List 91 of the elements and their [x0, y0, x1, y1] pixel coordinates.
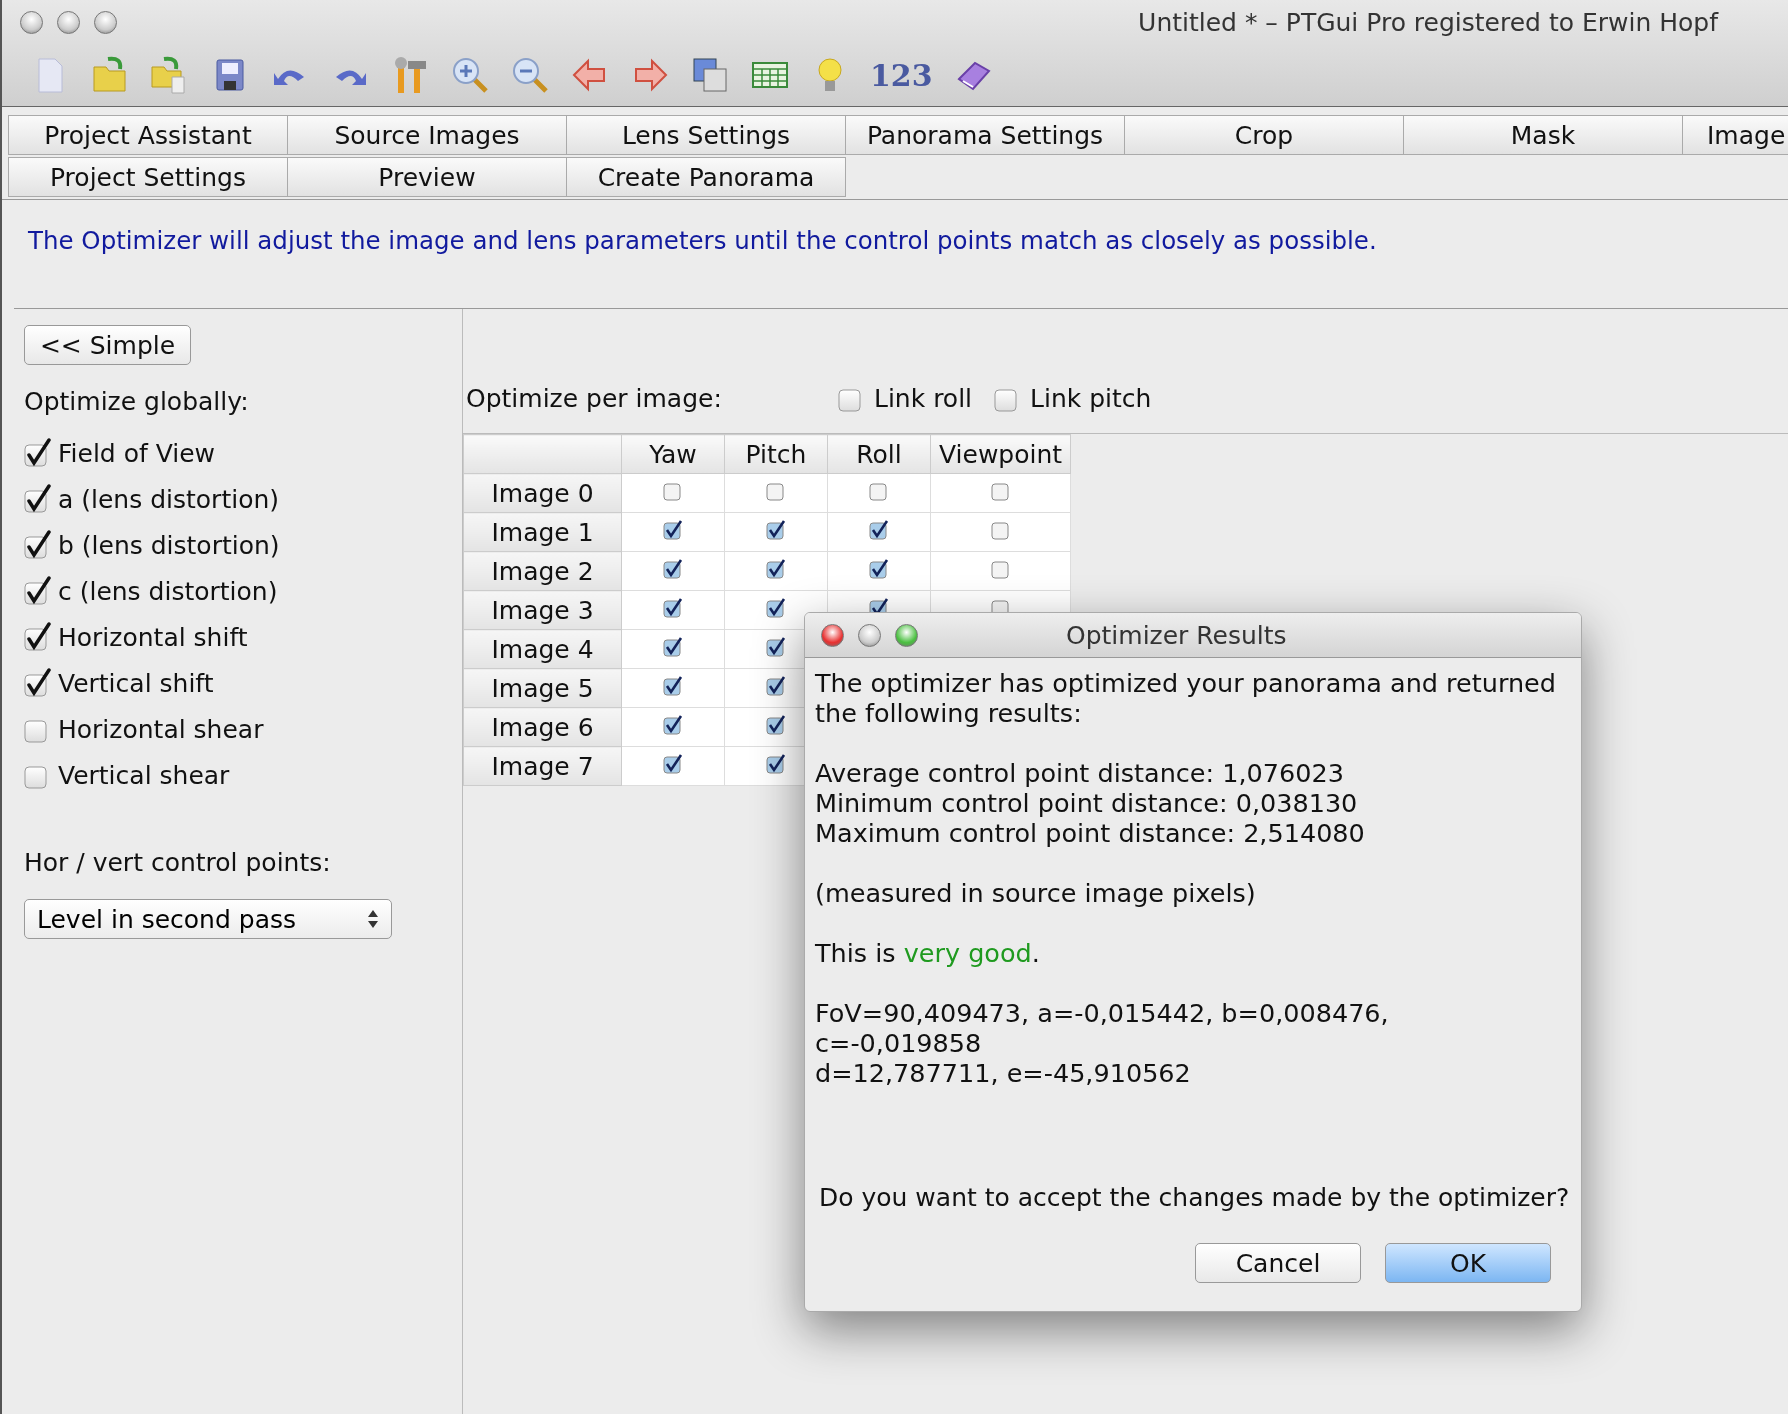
zoom-button[interactable]	[94, 10, 117, 34]
checkbox[interactable]	[663, 520, 683, 540]
question-text: Do you want to accept the changes made by the optimizer?	[818, 1183, 1571, 1213]
statistic-text: Minimum control point distance: 0,038130	[815, 788, 1359, 818]
checkbox[interactable]	[24, 668, 52, 698]
tab[interactable]: Project Settings	[8, 157, 288, 197]
checkbox[interactable]	[766, 676, 786, 696]
checkbox[interactable]	[663, 715, 683, 735]
overlapping-squares-icon[interactable]	[690, 55, 730, 95]
updown-arrows-icon	[367, 908, 379, 930]
checkbox-label: c (lens distortion)	[58, 576, 278, 606]
numbers-label[interactable]: 123	[870, 57, 933, 93]
checkbox[interactable]	[766, 715, 786, 735]
column-header: Yaw	[621, 434, 725, 474]
checkbox[interactable]	[24, 438, 52, 468]
close-button[interactable]	[821, 623, 844, 647]
row-header: Image 1	[463, 512, 622, 552]
note-text: (measured in source image pixels)	[815, 878, 1257, 908]
parameter-text: d=12,787711, e=-45,910562	[815, 1058, 1192, 1088]
tab[interactable]: Project Assistant	[8, 115, 288, 155]
info-text: The Optimizer will adjust the image and lens parameters until the control points match as closely as possible.	[27, 225, 1378, 257]
section-label: Hor / vert control points:	[24, 848, 332, 877]
zoom-out-icon[interactable]	[510, 55, 550, 95]
dialog-title: Optimizer Results	[1066, 620, 1287, 650]
checkbox-label: Link pitch	[1030, 383, 1152, 413]
checkbox[interactable]	[663, 754, 683, 774]
row-header: Image 0	[463, 473, 622, 513]
parameter-text: c=-0,019858	[815, 1028, 983, 1058]
parameter-text: FoV=90,409473, a=-0,015442, b=0,008476,	[815, 998, 1390, 1028]
row-header: Image 5	[463, 668, 622, 708]
simple-button[interactable]: << Simple	[24, 325, 191, 365]
row-header: Image 6	[463, 707, 622, 747]
tab[interactable]: Image	[1682, 115, 1788, 155]
checkbox[interactable]	[663, 637, 683, 657]
column-header: Roll	[827, 434, 931, 474]
checkbox[interactable]	[869, 520, 889, 540]
checkbox-label: Vertical shear	[58, 760, 230, 790]
column-header: Viewpoint	[930, 434, 1071, 474]
dialog-button[interactable]: OK	[1385, 1243, 1551, 1283]
row-header: Image 7	[463, 746, 622, 786]
checkbox[interactable]	[24, 484, 52, 514]
checkbox[interactable]	[663, 676, 683, 696]
checkbox[interactable]	[766, 598, 786, 618]
statistic-text: Maximum control point distance: 2,514080	[815, 818, 1366, 848]
checkbox[interactable]	[869, 559, 889, 579]
checkbox[interactable]	[990, 559, 1011, 579]
tab[interactable]: Panorama Settings	[845, 115, 1125, 155]
checkbox-label: Field of View	[58, 438, 216, 468]
statistic-text: Average control point distance: 1,076023	[815, 758, 1345, 788]
tab[interactable]: Mask	[1403, 115, 1683, 155]
section-label: Optimize globally:	[24, 387, 250, 416]
checkbox[interactable]	[869, 481, 889, 501]
checkbox[interactable]	[663, 481, 683, 501]
checkbox-label: a (lens distortion)	[58, 484, 280, 514]
tab[interactable]: Crop	[1124, 115, 1404, 155]
checkbox[interactable]	[766, 559, 786, 579]
checkbox-label: b (lens distortion)	[58, 530, 280, 560]
row-header: Image 3	[463, 590, 622, 630]
checkbox[interactable]	[24, 530, 52, 560]
checkbox[interactable]	[24, 622, 52, 652]
tab[interactable]: Source Images	[287, 115, 567, 155]
tab[interactable]: Lens Settings	[566, 115, 846, 155]
zoom-in-icon[interactable]	[450, 55, 490, 95]
minimize-button[interactable]	[858, 623, 881, 647]
dropdown[interactable]: Level in second pass	[24, 899, 392, 939]
checkbox-label: Vertical shift	[58, 668, 214, 698]
checkbox[interactable]	[766, 520, 786, 540]
tab[interactable]: Preview	[287, 157, 567, 197]
message-text: The optimizer has optimized your panorama and returned the following results:	[815, 668, 1557, 728]
verdict-text: This is very good.	[815, 938, 1041, 968]
checkbox-label: Horizontal shear	[58, 714, 264, 744]
column-header: Pitch	[724, 434, 828, 474]
checkbox[interactable]	[990, 481, 1011, 501]
zoom-button[interactable]	[895, 623, 918, 647]
checkbox[interactable]	[766, 481, 786, 501]
checkbox-label: Horizontal shift	[58, 622, 248, 652]
checkbox[interactable]	[766, 754, 786, 774]
section-label: Optimize per image:	[466, 383, 723, 413]
checkbox[interactable]	[24, 576, 52, 606]
checkbox[interactable]	[990, 520, 1011, 540]
checkbox[interactable]	[663, 598, 683, 618]
row-header: Image 4	[463, 629, 622, 669]
checkbox[interactable]	[766, 637, 786, 657]
checkbox[interactable]	[663, 559, 683, 579]
checkbox-label: Link roll	[874, 383, 973, 413]
dialog-button[interactable]: Cancel	[1195, 1243, 1361, 1283]
row-header: Image 2	[463, 551, 622, 591]
close-button[interactable]	[20, 10, 43, 34]
window-title: Untitled * – PTGui Pro registered to Erwin Hopf	[1138, 7, 1718, 37]
tab[interactable]: Create Panorama	[566, 157, 846, 197]
minimize-button[interactable]	[57, 10, 80, 34]
